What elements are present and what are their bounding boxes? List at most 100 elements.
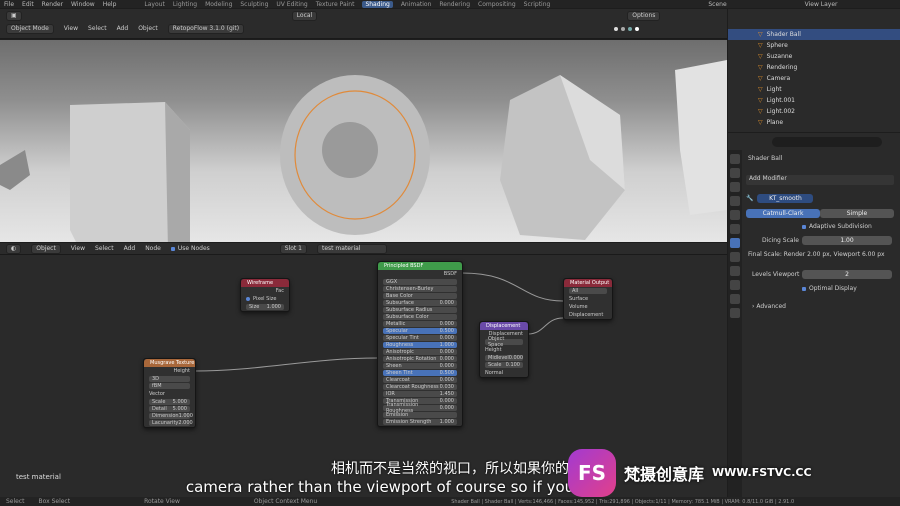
menu-window[interactable]: Window: [71, 1, 95, 8]
mode-dropdown[interactable]: Object Mode: [6, 23, 54, 34]
tab-compositing[interactable]: Compositing: [478, 1, 516, 8]
use-nodes-toggle[interactable]: Use Nodes: [170, 245, 210, 252]
musgrave-node[interactable]: Musgrave Texture Height 3D fBM Vector Sc…: [143, 358, 196, 428]
outliner-item[interactable]: ▽ Plane: [728, 117, 900, 128]
outliner-item[interactable]: ▽ Camera: [728, 73, 900, 84]
tab-shading[interactable]: Shading: [362, 0, 393, 8]
bsdf-field[interactable]: Clearcoat 0.000: [383, 377, 457, 383]
menu-file[interactable]: File: [4, 1, 14, 8]
slot-dropdown[interactable]: Slot 1: [279, 243, 307, 254]
tab-layout[interactable]: Layout: [144, 1, 164, 8]
menu-edit[interactable]: Edit: [22, 1, 34, 8]
musgrave-dimension-dropdown[interactable]: 3D: [149, 376, 190, 382]
bsdf-field[interactable]: Metallic 0.000: [383, 321, 457, 327]
node-menu-view[interactable]: View: [71, 245, 85, 252]
tab-animation[interactable]: Animation: [401, 1, 432, 8]
physics-tab-icon[interactable]: [730, 266, 740, 276]
bsdf-field[interactable]: Transmission Roughness 0.000: [383, 402, 457, 414]
menu-object[interactable]: Object: [138, 25, 158, 32]
material-output-node[interactable]: Material Output All Surface Volume Displ…: [563, 278, 613, 320]
shader-type-dropdown[interactable]: Object: [31, 243, 61, 254]
bsdf-field[interactable]: Subsurface 0.000: [383, 300, 457, 306]
tab-texture-paint[interactable]: Texture Paint: [316, 1, 355, 8]
outliner-item[interactable]: ▽ Light: [728, 84, 900, 95]
output-tab-icon[interactable]: [730, 182, 740, 192]
musgrave-lacunarity-field[interactable]: Lacunarity 2.000: [149, 420, 193, 426]
tab-simple[interactable]: Simple: [820, 209, 894, 218]
outliner-item[interactable]: ▽ Light.001: [728, 95, 900, 106]
render-tab-icon[interactable]: [730, 168, 740, 178]
object-tab-icon[interactable]: [730, 224, 740, 234]
tool-tab-icon[interactable]: [730, 154, 740, 164]
tab-rendering[interactable]: Rendering: [439, 1, 470, 8]
node-menu-node[interactable]: Node: [145, 245, 161, 252]
optimal-display-checkbox[interactable]: Optimal Display: [802, 285, 857, 292]
pixel-size-checkbox[interactable]: [246, 297, 250, 301]
bsdf-field[interactable]: Sheen 0.000: [383, 363, 457, 369]
tab-lighting[interactable]: Lighting: [173, 1, 197, 8]
menu-select[interactable]: Select: [88, 25, 107, 32]
material-name-field[interactable]: test material: [317, 243, 387, 254]
distribution-dropdown[interactable]: GGX: [383, 279, 457, 285]
outliner-item[interactable]: ▽ Suzanne: [728, 51, 900, 62]
node-menu-select[interactable]: Select: [95, 245, 114, 252]
wireframe-node[interactable]: Wireframe Fac Pixel Size Size 1.000: [240, 278, 290, 312]
bsdf-field[interactable]: Anisotropic Rotation 0.000: [383, 356, 457, 362]
3d-viewport[interactable]: [0, 40, 727, 242]
advanced-panel-toggle[interactable]: › Advanced: [752, 303, 786, 310]
outliner-item[interactable]: ▽ Sphere: [728, 40, 900, 51]
rendered-shading-icon[interactable]: [635, 26, 640, 31]
dicing-scale-field[interactable]: 1.00: [802, 236, 892, 245]
outliner-item[interactable]: ▽ Light.002: [728, 106, 900, 117]
tab-scripting[interactable]: Scripting: [524, 1, 551, 8]
menu-view[interactable]: View: [64, 25, 78, 32]
subsurface-method-dropdown[interactable]: Christensen-Burley: [383, 286, 457, 292]
editor-type-icon[interactable]: ◐: [6, 243, 22, 254]
musgrave-dimension-field[interactable]: Dimension 1.000: [149, 413, 193, 419]
musgrave-detail-field[interactable]: Detail 5.000: [149, 406, 190, 412]
bsdf-field[interactable]: Specular Tint 0.000: [383, 335, 457, 341]
node-menu-add[interactable]: Add: [124, 245, 136, 252]
menu-add[interactable]: Add: [117, 25, 129, 32]
bsdf-field[interactable]: Clearcoat Roughness 0.030: [383, 384, 457, 390]
wireframe-size-field[interactable]: Size 1.000: [246, 304, 284, 310]
musgrave-scale-field[interactable]: Scale 5.000: [149, 399, 190, 405]
levels-viewport-field[interactable]: 2: [802, 270, 892, 279]
tab-catmull-clark[interactable]: Catmull-Clark: [746, 209, 820, 218]
select-tool-icon[interactable]: ▣: [6, 10, 22, 21]
displacement-scale-field[interactable]: Scale 0.100: [485, 362, 523, 368]
displacement-node[interactable]: Displacement Displacement Object Space H…: [479, 321, 529, 378]
bsdf-field[interactable]: Sheen Tint 0.500: [383, 370, 457, 376]
material-tab-icon[interactable]: [730, 308, 740, 318]
principled-bsdf-node[interactable]: Principled BSDF BSDF GGX Christensen-Bur…: [377, 261, 463, 427]
bsdf-field[interactable]: Subsurface Radius: [383, 307, 457, 313]
midlevel-field[interactable]: Midlevel 0.000: [485, 355, 523, 361]
options-dropdown[interactable]: Options: [627, 10, 661, 21]
musgrave-type-dropdown[interactable]: fBM: [149, 383, 190, 389]
view-layer-selector[interactable]: View Layer: [805, 1, 838, 8]
bsdf-field[interactable]: Base Color: [383, 293, 457, 299]
menu-help[interactable]: Help: [103, 1, 117, 8]
material-shading-icon[interactable]: [628, 26, 633, 31]
scene-selector[interactable]: Scene: [708, 1, 726, 8]
bsdf-field[interactable]: Roughness 1.000: [383, 342, 457, 348]
tab-modeling[interactable]: Modeling: [205, 1, 232, 8]
modifier-tab-icon[interactable]: [730, 238, 740, 248]
particles-tab-icon[interactable]: [730, 252, 740, 262]
bsdf-field[interactable]: Anisotropic 0.000: [383, 349, 457, 355]
data-tab-icon[interactable]: [730, 294, 740, 304]
bsdf-field[interactable]: Subsurface Color: [383, 314, 457, 320]
menu-render[interactable]: Render: [42, 1, 63, 8]
tab-sculpting[interactable]: Sculpting: [240, 1, 268, 8]
displacement-space-dropdown[interactable]: Object Space: [485, 336, 523, 348]
wireframe-shading-icon[interactable]: [614, 26, 619, 31]
retopoflow-menu[interactable]: RetopoFlow 3.1.0 (git): [167, 23, 245, 34]
constraints-tab-icon[interactable]: [730, 280, 740, 290]
adaptive-subdivision-checkbox[interactable]: Adaptive Subdivision: [802, 223, 872, 230]
bsdf-field[interactable]: Specular 0.500: [383, 328, 457, 334]
properties-search-input[interactable]: [772, 137, 882, 147]
scene-tab-icon[interactable]: [730, 196, 740, 206]
tab-uv-editing[interactable]: UV Editing: [276, 1, 307, 8]
modifier-name-field[interactable]: KT_smooth: [757, 193, 814, 203]
outliner-item[interactable]: ▽ Rendering: [728, 62, 900, 73]
